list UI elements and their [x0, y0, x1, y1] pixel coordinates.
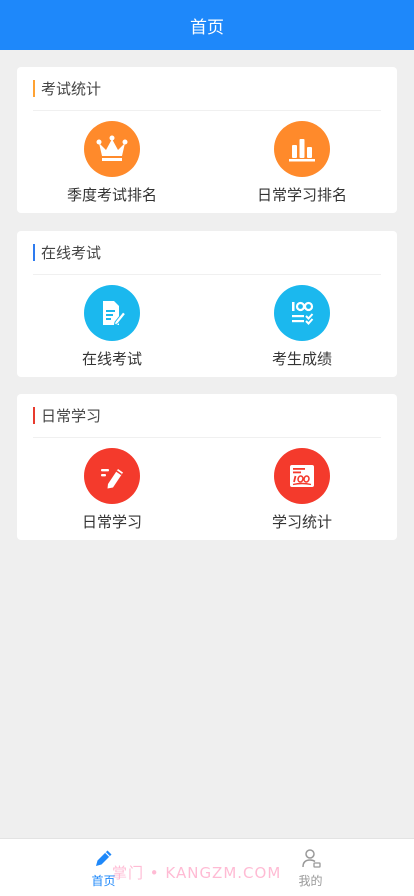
exam-scores-button[interactable]: 考生成绩 — [207, 275, 397, 377]
tab-label: 我的 — [298, 873, 323, 888]
tile-label: 考生成绩 — [271, 350, 332, 368]
quarterly-exam-ranking-button[interactable]: 季度考试排名 — [17, 111, 207, 213]
section-header: 日常学习 — [33, 394, 381, 438]
user-icon — [301, 848, 321, 868]
section-accent-bar — [33, 80, 35, 97]
tab-label: 首页 — [91, 873, 116, 888]
tile-label: 季度考试排名 — [66, 186, 157, 204]
crown-icon — [84, 121, 140, 177]
section-title: 日常学习 — [41, 407, 102, 425]
section-title: 在线考试 — [41, 244, 102, 262]
section-accent-bar — [33, 407, 35, 424]
section-title: 考试统计 — [41, 80, 102, 98]
section-online-exam: 在线考试 在线考试 考生成绩 — [17, 231, 397, 377]
page-title: 首页 — [190, 17, 224, 38]
section-daily-study: 日常学习 日常学习 学习统计 — [17, 394, 397, 540]
tab-home[interactable]: 首页 — [0, 839, 207, 896]
bottom-tab-bar: 首页 我的 — [0, 838, 414, 896]
score-list-icon — [274, 285, 330, 341]
page-header: 首页 — [0, 0, 414, 50]
document-edit-icon — [84, 285, 140, 341]
score-100-icon — [274, 448, 330, 504]
tile-label: 学习统计 — [271, 513, 332, 531]
online-exam-button[interactable]: 在线考试 — [17, 275, 207, 377]
bar-chart-icon — [274, 121, 330, 177]
tile-label: 日常学习排名 — [256, 186, 347, 204]
daily-study-button[interactable]: 日常学习 — [17, 438, 207, 540]
section-header: 考试统计 — [33, 67, 381, 111]
daily-study-ranking-button[interactable]: 日常学习排名 — [207, 111, 397, 213]
tile-label: 日常学习 — [81, 513, 142, 531]
section-accent-bar — [33, 244, 35, 261]
tab-mine[interactable]: 我的 — [207, 839, 414, 896]
pencil-icon — [84, 448, 140, 504]
pencil-icon — [95, 850, 111, 866]
section-header: 在线考试 — [33, 231, 381, 275]
section-exam-stats: 考试统计 季度考试排名 日常学习排名 — [17, 67, 397, 213]
study-stats-button[interactable]: 学习统计 — [207, 438, 397, 540]
tile-label: 在线考试 — [81, 350, 142, 368]
